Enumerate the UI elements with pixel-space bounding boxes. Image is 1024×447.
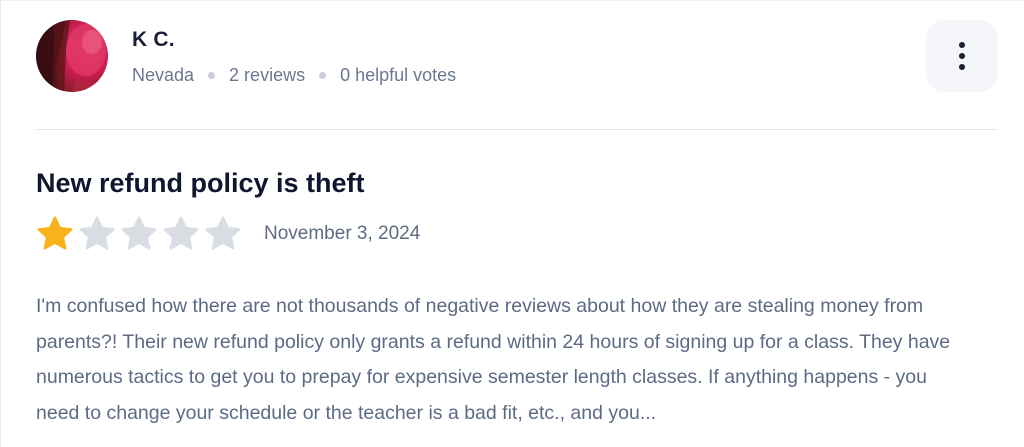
reviewer-header: K C. Nevada 2 reviews 0 helpful votes	[36, 20, 998, 96]
avatar[interactable]	[36, 20, 108, 92]
review-body: I'm confused how there are not thousands…	[36, 295, 951, 424]
review-title: New refund policy is theft	[36, 168, 365, 198]
separator-dot	[208, 72, 216, 79]
star-empty-icon	[79, 216, 115, 250]
star-rating	[36, 215, 246, 253]
review-date: November 3, 2024	[264, 223, 421, 244]
star-empty-icon	[121, 216, 157, 250]
vertical-ellipsis-icon	[959, 42, 965, 70]
star-empty-icon	[163, 216, 199, 250]
star-filled-icon	[37, 216, 73, 250]
reviewer-name[interactable]: K C.	[132, 28, 175, 52]
helpful-votes: 0 helpful votes	[340, 65, 457, 85]
reviewer-location: Nevada	[132, 65, 195, 85]
separator-dot	[319, 72, 327, 79]
reviews-count: 2 reviews	[229, 65, 306, 85]
reviewer-meta: Nevada 2 reviews 0 helpful votes	[132, 65, 456, 86]
rating-row: November 3, 2024	[36, 213, 420, 255]
header-divider	[36, 129, 998, 130]
star-empty-icon	[205, 216, 241, 250]
more-options-button[interactable]	[926, 20, 998, 92]
